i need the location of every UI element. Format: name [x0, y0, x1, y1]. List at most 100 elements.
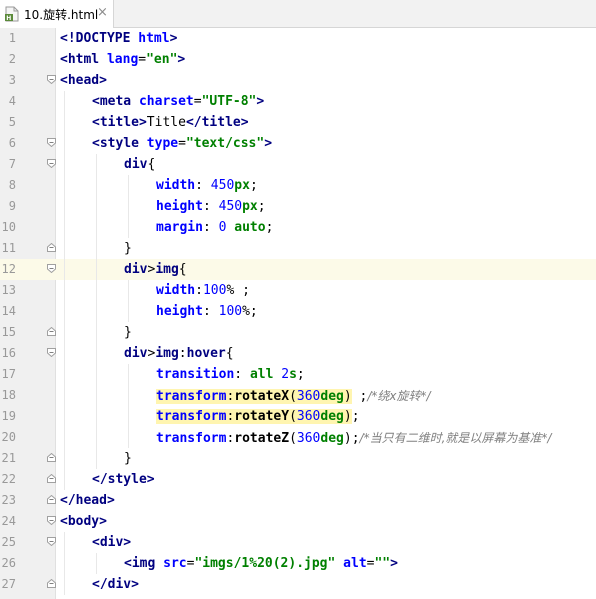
fold-end-icon[interactable] [47, 243, 56, 252]
code-line[interactable]: 17 transition: all 2s; [0, 364, 596, 385]
code-line[interactable]: 6 <style type="text/css"> [0, 133, 596, 154]
code-line[interactable]: 4 <meta charset="UTF-8"> [0, 91, 596, 112]
code-token: Title [146, 115, 186, 130]
code-token: 450 [210, 178, 235, 193]
code-token: } [124, 325, 132, 340]
code-token: "UTF-8" [201, 94, 257, 109]
code-token: "text/css" [185, 136, 265, 151]
code-token: </div> [92, 577, 139, 592]
code-token: = [178, 136, 186, 151]
code-line[interactable]: 11} [0, 238, 596, 259]
code-line[interactable]: 1 <!DOCTYPE html> [0, 28, 596, 49]
code-text: width: 450px; [156, 176, 258, 196]
line-number: 26 [1, 556, 16, 570]
indent-guide [128, 217, 129, 238]
line-number: 2 [8, 52, 16, 66]
code-line[interactable]: 12 div>img{ [0, 259, 596, 280]
indent-guide [64, 259, 65, 280]
line-number: 20 [1, 430, 16, 444]
code-text: transform:rotateX(360deg) ;/*绕x旋转*/ [156, 386, 431, 407]
html-file-icon: H [5, 6, 19, 22]
code-line[interactable]: 18 transform:rotateX(360deg) ;/*绕x旋转*/ [0, 385, 596, 406]
code-text: div>img{ [124, 260, 187, 280]
line-number: 18 [1, 388, 16, 402]
code-line[interactable]: 15} [0, 322, 596, 343]
indent-guide [64, 343, 65, 364]
code-token: > [177, 52, 186, 67]
svg-text:H: H [6, 15, 11, 22]
code-line[interactable]: 16 div>img:hover{ [0, 343, 596, 364]
indent-guide [64, 238, 65, 259]
code-line[interactable]: 5 <title>Title</title> [0, 112, 596, 133]
code-text: margin: 0 auto; [156, 218, 273, 238]
code-token: <meta [92, 94, 139, 109]
code-line[interactable]: 3 <head> [0, 70, 596, 91]
code-text: <meta charset="UTF-8"> [92, 92, 264, 112]
code-line[interactable]: 22 </style> [0, 469, 596, 490]
fold-open-icon[interactable] [47, 516, 56, 525]
fold-open-icon[interactable] [47, 75, 56, 84]
code-line[interactable]: 9 height: 450px; [0, 196, 596, 217]
code-line[interactable]: 10 margin: 0 auto; [0, 217, 596, 238]
code-token: charset [138, 94, 194, 109]
line-number: 17 [1, 367, 16, 381]
code-line[interactable]: 24 <body> [0, 511, 596, 532]
indent-guide [96, 196, 97, 217]
code-token: rotateZ [234, 431, 290, 446]
indent-guide [64, 448, 65, 469]
fold-open-icon[interactable] [47, 348, 56, 357]
code-token: lang [106, 52, 139, 67]
fold-end-icon[interactable] [47, 327, 56, 336]
code-token: "imgs/1%20(2).jpg" [194, 556, 336, 571]
fold-end-icon[interactable] [47, 495, 56, 504]
code-line[interactable]: 25 <div> [0, 532, 596, 553]
indent-guide [64, 553, 65, 574]
fold-end-icon[interactable] [47, 579, 56, 588]
line-number: 25 [1, 535, 16, 549]
code-token: ; [265, 220, 274, 235]
code-line[interactable]: 13 width:100% ; [0, 280, 596, 301]
code-line[interactable]: 26 <img src="imgs/1%20(2).jpg" alt=""> [0, 553, 596, 574]
code-text: <body> [60, 512, 107, 532]
line-number: 22 [1, 472, 16, 486]
indent-guide [64, 322, 65, 343]
code-line[interactable]: 21} [0, 448, 596, 469]
fold-open-icon[interactable] [47, 138, 56, 147]
code-token: img [155, 262, 179, 277]
fold-end-icon[interactable] [47, 453, 56, 462]
fold-open-icon[interactable] [47, 159, 56, 168]
code-line[interactable]: 14 height: 100%; [0, 301, 596, 322]
code-text: width:100% ; [156, 281, 250, 301]
code-text: </style> [92, 470, 155, 490]
line-number: 23 [1, 493, 16, 507]
code-token: ( [289, 389, 297, 404]
code-text: height: 100%; [156, 302, 258, 322]
code-text: } [124, 323, 132, 343]
code-line[interactable]: 8 width: 450px; [0, 175, 596, 196]
code-line[interactable]: 23 </head> [0, 490, 596, 511]
code-text: <div> [92, 533, 131, 553]
fold-end-icon[interactable] [47, 474, 56, 483]
code-line[interactable]: 27 </div> [0, 574, 596, 595]
code-text: transform:rotateY(360deg); [156, 407, 360, 427]
close-tab-icon[interactable]: × [97, 5, 108, 20]
code-token: 450 [218, 199, 243, 214]
code-line[interactable]: 20 transform:rotateZ(360deg);/*当只有二维时,就是以… [0, 427, 596, 448]
code-token: margin [156, 220, 203, 235]
indent-guide [96, 364, 97, 385]
line-number: 12 [1, 262, 16, 276]
indent-guide [96, 217, 97, 238]
indent-guide [64, 280, 65, 301]
code-line[interactable]: 2 <html lang="en"> [0, 49, 596, 70]
code-token: ); [343, 431, 360, 446]
code-text: <html lang="en"> [60, 50, 185, 70]
indent-guide [128, 385, 129, 406]
fold-open-icon[interactable] [47, 537, 56, 546]
tab-file[interactable]: H 10.旋转.html × [0, 0, 114, 28]
code-line[interactable]: 7 div{ [0, 154, 596, 175]
line-number: 4 [8, 94, 16, 108]
code-token: > [256, 94, 265, 109]
code-line[interactable]: 19 transform:rotateY(360deg); [0, 406, 596, 427]
fold-open-icon[interactable] [47, 264, 56, 273]
code-editor[interactable]: 1 <!DOCTYPE html> 2 <html lang="en"> 3 <head>… [0, 28, 596, 599]
